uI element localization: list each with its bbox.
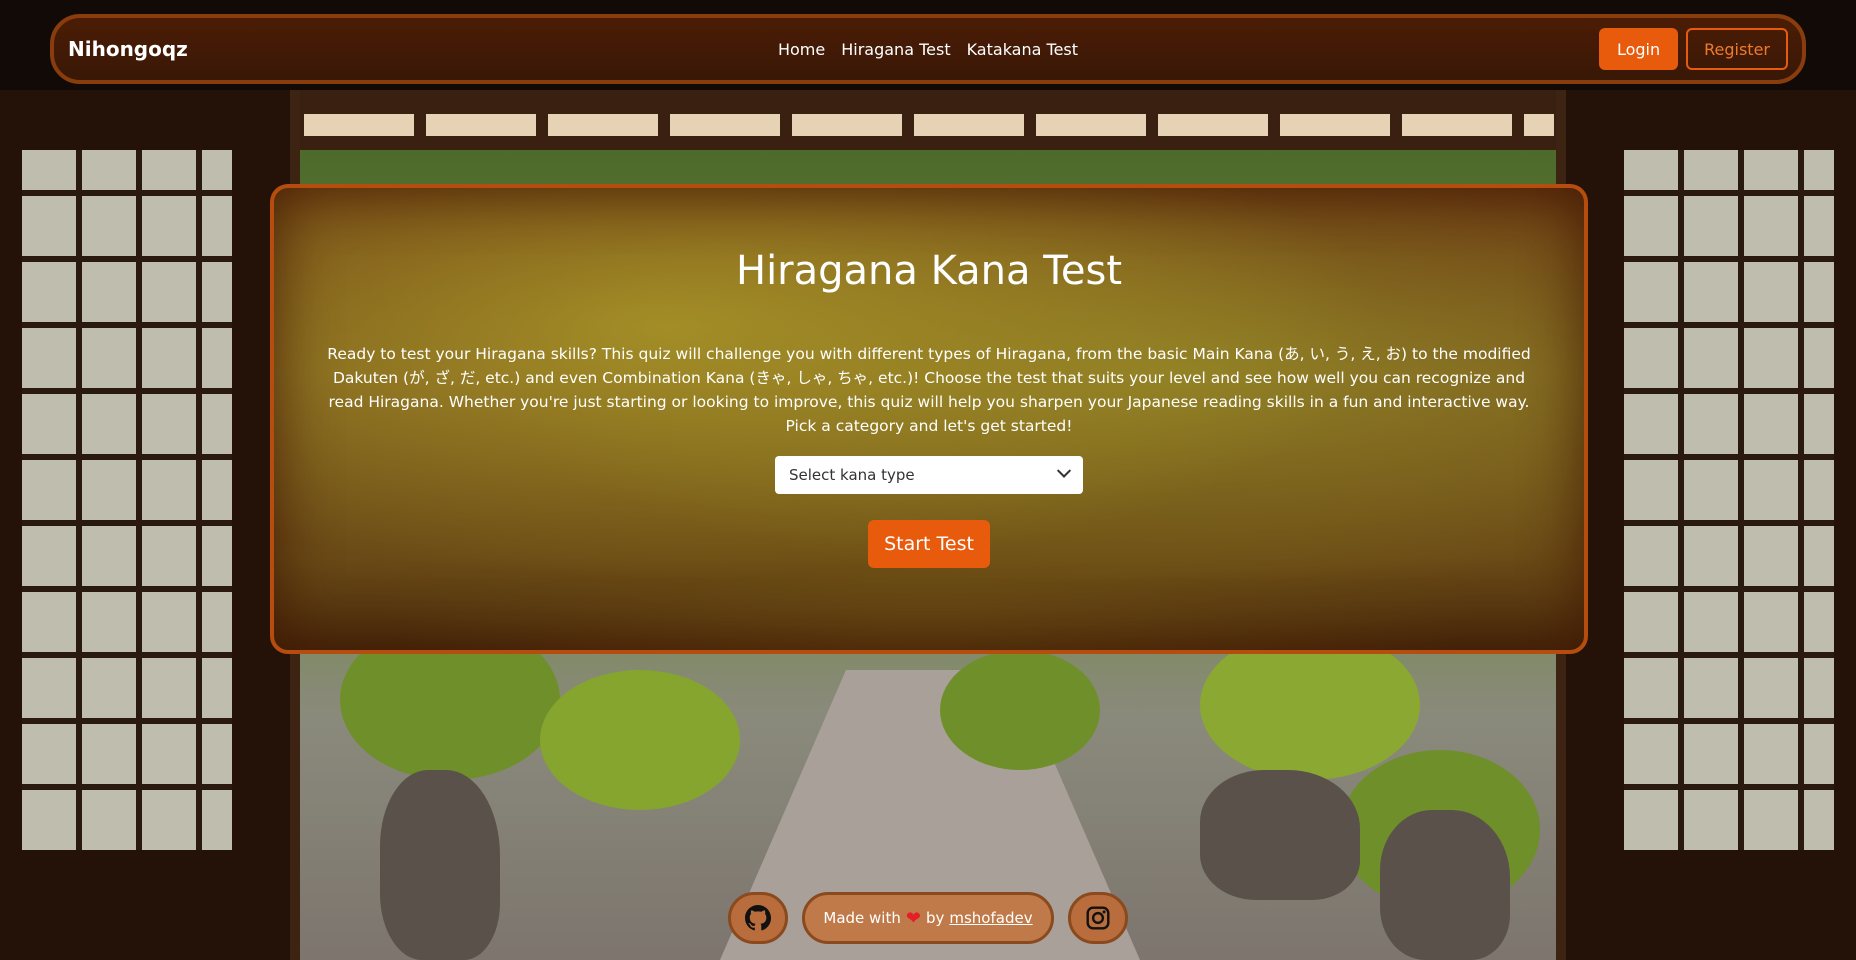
nav-links: Home Hiragana Test Katakana Test	[778, 40, 1078, 59]
auth-buttons: Login Register	[1598, 28, 1788, 70]
footer: Made with ❤ by mshofadev	[0, 892, 1856, 944]
rock	[1200, 770, 1360, 900]
instagram-icon[interactable]	[1067, 892, 1128, 944]
credit-pill: Made with ❤ by mshofadev	[802, 892, 1054, 944]
navbar: Nihongoqz Home Hiragana Test Katakana Te…	[50, 14, 1806, 84]
start-test-button[interactable]: Start Test	[868, 520, 990, 568]
by-label: by	[925, 909, 945, 927]
nav-link-katakana-test[interactable]: Katakana Test	[967, 40, 1078, 59]
hero-card: Hiragana Kana Test Ready to test your Hi…	[270, 184, 1588, 654]
register-button[interactable]: Register	[1686, 28, 1788, 70]
nav-link-hiragana-test[interactable]: Hiragana Test	[841, 40, 950, 59]
github-icon[interactable]	[728, 892, 789, 944]
bush	[940, 650, 1100, 770]
select-placeholder: Select kana type	[789, 466, 915, 484]
shoji-screen-right	[1566, 90, 1856, 960]
nav-link-home[interactable]: Home	[778, 40, 825, 59]
page-title: Hiragana Kana Test	[735, 248, 1122, 294]
bush	[540, 670, 740, 810]
heart-icon: ❤	[905, 907, 921, 929]
description: Ready to test your Hiragana skills? This…	[327, 345, 1531, 435]
brand-logo[interactable]: Nihongoqz	[68, 37, 188, 61]
made-with-label: Made with	[823, 909, 901, 927]
login-button[interactable]: Login	[1598, 28, 1679, 70]
kana-type-select[interactable]: Select kana type	[775, 456, 1083, 494]
roof-beam	[290, 90, 1566, 150]
shoji-screen-left	[0, 90, 290, 960]
author-link[interactable]: mshofadev	[949, 909, 1032, 927]
chevron-down-icon	[1056, 463, 1072, 478]
